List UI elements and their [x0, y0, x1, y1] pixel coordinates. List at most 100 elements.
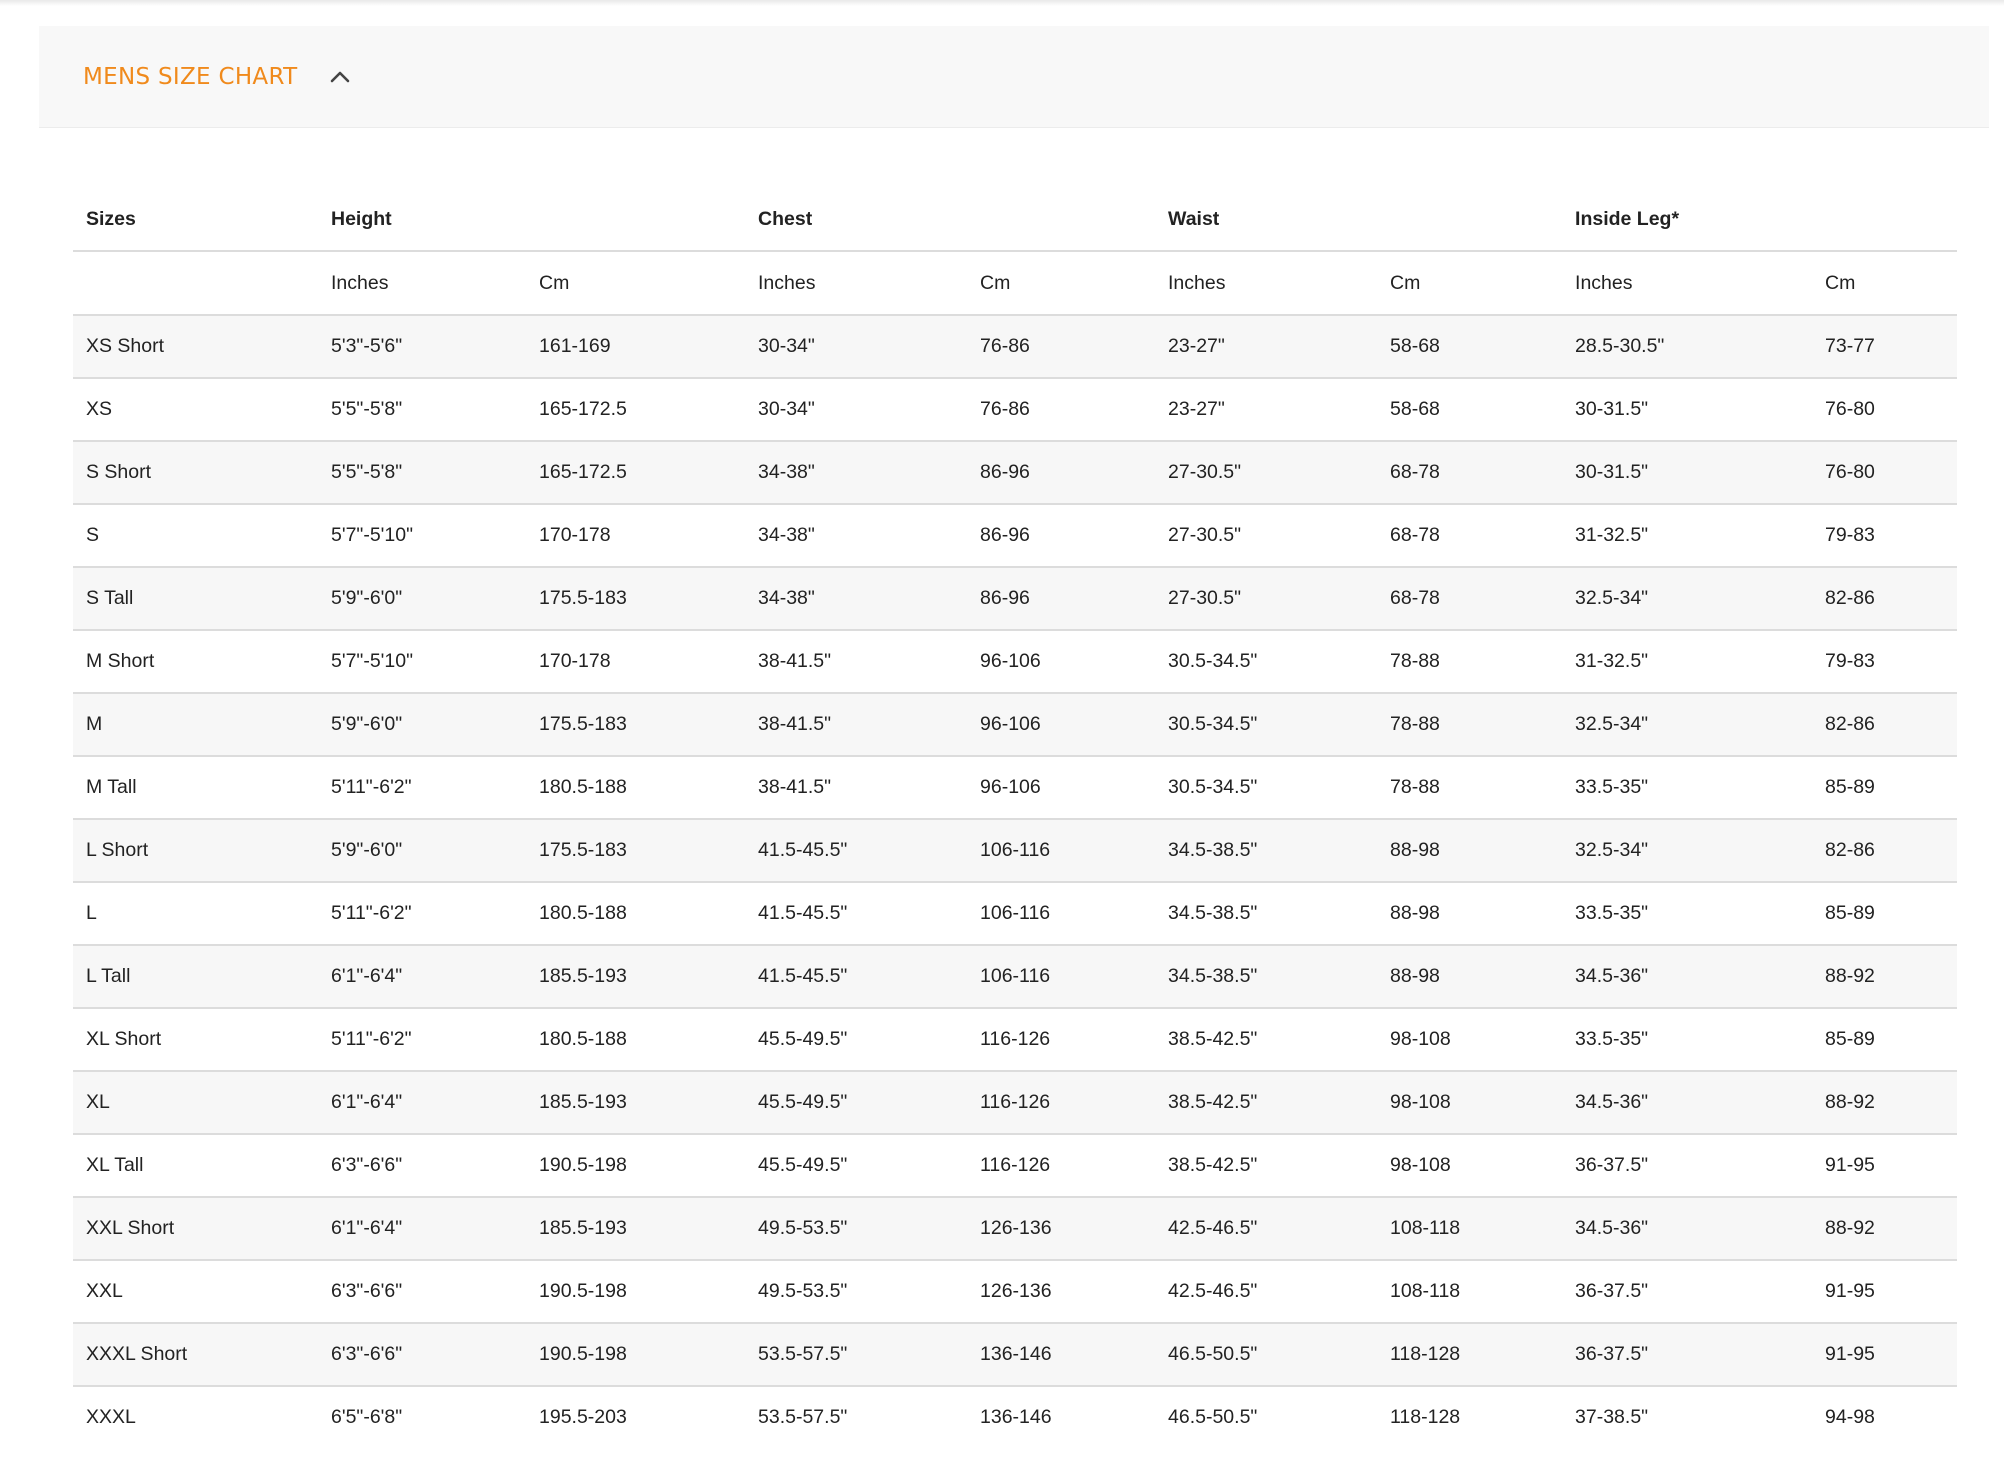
cell-waist-cm: 98-108: [1377, 1134, 1563, 1198]
cell-chest-inches: 49.5-53.5": [745, 1197, 968, 1261]
table-row: XXL Short 6'1"-6'4" 185.5-193 49.5-53.5" 126…: [73, 1197, 1958, 1261]
cell-waist-cm: 78-88: [1377, 630, 1563, 694]
header-height: Height: [318, 188, 746, 252]
cell-inside-leg-inches: 36-37.5": [1562, 1260, 1813, 1324]
unit-header-cell: Inches: [318, 251, 526, 316]
cell-chest-cm: 136-146: [967, 1386, 1156, 1448]
cell-inside-leg-cm: 82-86: [1812, 693, 1958, 757]
cell-height-inches: 6'1"-6'4": [318, 1197, 526, 1261]
cell-waist-cm: 78-88: [1377, 756, 1563, 820]
table-row: M Tall 5'11"-6'2" 180.5-188 38-41.5" 96-106 3…: [73, 756, 1958, 820]
cell-inside-leg-inches: 34.5-36": [1562, 1071, 1813, 1135]
cell-size: XS: [73, 378, 318, 442]
unit-header-cell: Inches: [745, 251, 968, 316]
table-row: XS Short 5'3"-5'6" 161-169 30-34" 76-86 23-27…: [73, 315, 1958, 379]
cell-chest-inches: 53.5-57.5": [745, 1323, 968, 1387]
cell-height-cm: 190.5-198: [526, 1134, 746, 1198]
cell-waist-cm: 68-78: [1377, 441, 1563, 505]
cell-inside-leg-cm: 91-95: [1812, 1260, 1958, 1324]
cell-size: L: [73, 882, 318, 946]
cell-waist-inches: 42.5-46.5": [1155, 1197, 1378, 1261]
cell-height-cm: 185.5-193: [526, 1197, 746, 1261]
accordion-title: MENS SIZE CHART: [83, 63, 298, 90]
cell-chest-cm: 106-116: [967, 882, 1156, 946]
cell-chest-cm: 96-106: [967, 693, 1156, 757]
cell-waist-inches: 30.5-34.5": [1155, 630, 1378, 694]
cell-inside-leg-inches: 32.5-34": [1562, 567, 1813, 631]
cell-waist-inches: 38.5-42.5": [1155, 1008, 1378, 1072]
cell-size: M Tall: [73, 756, 318, 820]
table-row: XXL 6'3"-6'6" 190.5-198 49.5-53.5" 126-136 42…: [73, 1260, 1958, 1324]
cell-waist-inches: 27-30.5": [1155, 567, 1378, 631]
cell-height-cm: 195.5-203: [526, 1386, 746, 1448]
cell-inside-leg-cm: 94-98: [1812, 1386, 1958, 1448]
cell-chest-cm: 86-96: [967, 441, 1156, 505]
cell-inside-leg-cm: 85-89: [1812, 756, 1958, 820]
cell-height-inches: 5'5"-5'8": [318, 441, 526, 505]
page: MENS SIZE CHART Sizes Height Chest Waist…: [0, 0, 2004, 1470]
cell-size: M Short: [73, 630, 318, 694]
size-chart-accordion-toggle[interactable]: MENS SIZE CHART: [39, 26, 1989, 128]
cell-size: L Tall: [73, 945, 318, 1009]
table-row: L Tall 6'1"-6'4" 185.5-193 41.5-45.5" 106-11…: [73, 945, 1958, 1009]
cell-inside-leg-inches: 28.5-30.5": [1562, 315, 1813, 379]
table-row: M 5'9"-6'0" 175.5-183 38-41.5" 96-106 30.5-34…: [73, 693, 1958, 757]
cell-inside-leg-cm: 82-86: [1812, 567, 1958, 631]
cell-height-cm: 175.5-183: [526, 693, 746, 757]
cell-size: S: [73, 504, 318, 568]
table-row: S Tall 5'9"-6'0" 175.5-183 34-38" 86-96 27-30…: [73, 567, 1958, 631]
cell-height-inches: 6'1"-6'4": [318, 1071, 526, 1135]
cell-size: XL: [73, 1071, 318, 1135]
cell-waist-cm: 108-118: [1377, 1197, 1563, 1261]
cell-waist-inches: 38.5-42.5": [1155, 1071, 1378, 1135]
cell-size: XS Short: [73, 315, 318, 379]
cell-inside-leg-inches: 37-38.5": [1562, 1386, 1813, 1448]
cell-waist-cm: 118-128: [1377, 1323, 1563, 1387]
cell-waist-cm: 88-98: [1377, 945, 1563, 1009]
cell-chest-inches: 49.5-53.5": [745, 1260, 968, 1324]
table-row: XL 6'1"-6'4" 185.5-193 45.5-49.5" 116-126 38.…: [73, 1071, 1958, 1135]
cell-height-cm: 190.5-198: [526, 1323, 746, 1387]
cell-waist-inches: 23-27": [1155, 378, 1378, 442]
header-sizes: Sizes: [73, 188, 318, 252]
table-row: L Short 5'9"-6'0" 175.5-183 41.5-45.5" 106-1…: [73, 819, 1958, 883]
cell-waist-cm: 98-108: [1377, 1008, 1563, 1072]
cell-height-cm: 180.5-188: [526, 756, 746, 820]
cell-height-cm: 170-178: [526, 504, 746, 568]
cell-chest-inches: 53.5-57.5": [745, 1386, 968, 1448]
cell-waist-cm: 68-78: [1377, 567, 1563, 631]
cell-height-inches: 6'5"-6'8": [318, 1386, 526, 1448]
cell-waist-inches: 38.5-42.5": [1155, 1134, 1378, 1198]
cell-height-inches: 5'11"-6'2": [318, 756, 526, 820]
cell-height-inches: 5'11"-6'2": [318, 1008, 526, 1072]
cell-chest-inches: 38-41.5": [745, 630, 968, 694]
cell-inside-leg-cm: 73-77: [1812, 315, 1958, 379]
chevron-up-icon[interactable]: [327, 64, 353, 90]
header-waist: Waist: [1155, 188, 1563, 252]
header-chest: Chest: [745, 188, 1156, 252]
cell-inside-leg-inches: 30-31.5": [1562, 378, 1813, 442]
cell-chest-cm: 116-126: [967, 1008, 1156, 1072]
cell-waist-cm: 78-88: [1377, 693, 1563, 757]
cell-height-cm: 180.5-188: [526, 1008, 746, 1072]
cell-inside-leg-cm: 79-83: [1812, 630, 1958, 694]
table-row: XXXL Short 6'3"-6'6" 190.5-198 53.5-57.5" 13…: [73, 1323, 1958, 1387]
cell-inside-leg-cm: 82-86: [1812, 819, 1958, 883]
cell-waist-inches: 42.5-46.5": [1155, 1260, 1378, 1324]
cell-size: XL Short: [73, 1008, 318, 1072]
cell-height-inches: 5'5"-5'8": [318, 378, 526, 442]
cell-inside-leg-cm: 88-92: [1812, 1197, 1958, 1261]
cell-size: S Tall: [73, 567, 318, 631]
cell-chest-cm: 136-146: [967, 1323, 1156, 1387]
cell-waist-inches: 30.5-34.5": [1155, 756, 1378, 820]
cell-inside-leg-inches: 36-37.5": [1562, 1323, 1813, 1387]
table-row: S Short 5'5"-5'8" 165-172.5 34-38" 86-96 27-3…: [73, 441, 1958, 505]
cell-height-cm: 185.5-193: [526, 1071, 746, 1135]
cell-waist-inches: 34.5-38.5": [1155, 819, 1378, 883]
size-chart-table: Sizes Height Chest Waist Inside Leg* Inc…: [73, 188, 1958, 1448]
cell-inside-leg-cm: 76-80: [1812, 378, 1958, 442]
cell-size: XXXL: [73, 1386, 318, 1448]
cell-chest-cm: 86-96: [967, 504, 1156, 568]
cell-chest-inches: 41.5-45.5": [745, 945, 968, 1009]
cell-chest-cm: 126-136: [967, 1260, 1156, 1324]
